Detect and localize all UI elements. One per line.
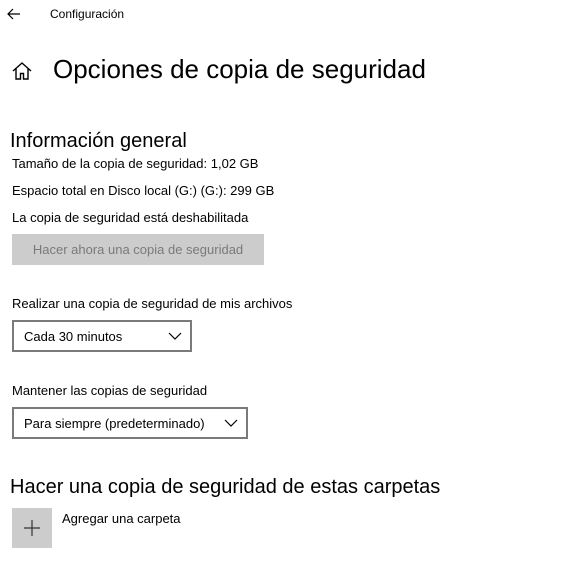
plus-icon — [24, 520, 40, 536]
add-folder-button[interactable] — [12, 508, 52, 548]
settings-page: Configuración Opciones de copia de segur… — [0, 0, 585, 565]
add-folder-label[interactable]: Agregar una carpeta — [62, 511, 181, 526]
backup-size-text: Tamaño de la copia de seguridad: 1,02 GB — [12, 156, 259, 171]
back-button[interactable] — [4, 4, 24, 24]
home-icon[interactable] — [11, 61, 33, 81]
total-space-text: Espacio total en Disco local (G:) (G:): … — [12, 183, 275, 198]
frequency-label: Realizar una copia de seguridad de mis a… — [12, 296, 293, 311]
overview-heading: Información general — [10, 130, 187, 152]
backup-status-text: La copia de seguridad está deshabilitada — [12, 210, 249, 225]
title-bar: Configuración — [0, 0, 585, 30]
backup-now-button[interactable]: Hacer ahora una copia de seguridad — [12, 234, 264, 265]
chevron-down-icon — [168, 332, 182, 340]
app-title: Configuración — [50, 7, 125, 21]
folders-heading: Hacer una copia de seguridad de estas ca… — [10, 476, 441, 498]
retention-label: Mantener las copias de seguridad — [12, 383, 208, 398]
chevron-down-icon — [224, 419, 238, 427]
back-arrow-icon — [7, 8, 20, 20]
retention-selected-value: Para siempre (predeterminado) — [24, 415, 205, 431]
frequency-select[interactable]: Cada 30 minutos — [12, 320, 192, 352]
page-title: Opciones de copia de seguridad — [53, 54, 426, 84]
retention-select[interactable]: Para siempre (predeterminado) — [12, 407, 248, 439]
frequency-selected-value: Cada 30 minutos — [24, 328, 123, 344]
